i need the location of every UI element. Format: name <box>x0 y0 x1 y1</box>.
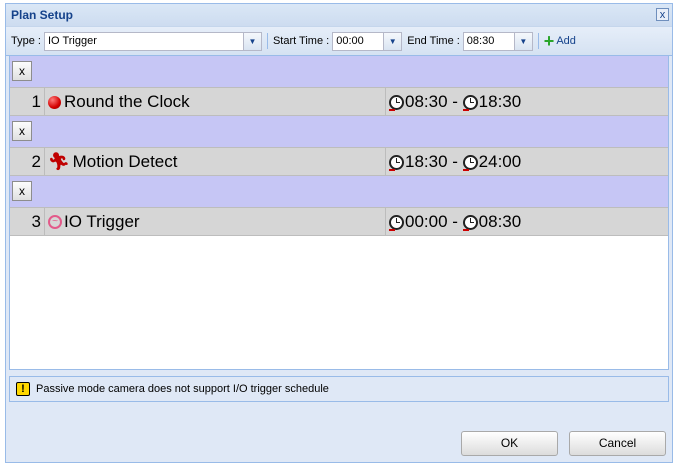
type-select[interactable]: IO Trigger ▼ <box>43 31 262 51</box>
plan-index: 1 <box>31 92 41 111</box>
plan-name-label: IO Trigger <box>64 212 140 231</box>
end-time-select[interactable]: 08:30 ▼ <box>462 31 533 51</box>
warning-icon: ! <box>16 382 30 396</box>
plan-row-header: x <box>10 116 668 147</box>
plan-end-time: 18:30 <box>478 92 522 111</box>
plan-name: Round the Clock <box>48 92 190 112</box>
plan-row[interactable]: 2 🏃︎ Motion Detect 18:30 - 24:00 <box>10 147 668 176</box>
plan-index: 3 <box>31 212 41 231</box>
plan-row[interactable]: 3 ~ IO Trigger 00:00 - 08:30 <box>10 207 668 236</box>
close-button[interactable]: x <box>656 8 669 21</box>
type-label: Type : <box>11 35 41 47</box>
chevron-down-icon[interactable]: ▼ <box>383 32 402 50</box>
column-divider <box>385 148 386 175</box>
column-divider <box>44 148 45 175</box>
plan-row-header: x <box>10 56 668 87</box>
plan-time-range: 08:30 - 18:30 <box>389 92 521 112</box>
chevron-down-icon[interactable]: ▼ <box>513 32 532 50</box>
column-divider <box>44 88 45 115</box>
clock-icon <box>462 214 478 231</box>
add-button-label: Add <box>556 35 576 47</box>
chevron-down-icon[interactable]: ▼ <box>242 32 261 50</box>
plan-row[interactable]: 1 Round the Clock 08:30 - 18:30 <box>10 87 668 116</box>
plan-name-label: Round the Clock <box>64 92 190 111</box>
add-button[interactable]: + Add <box>543 31 576 51</box>
start-time-label: Start Time : <box>272 35 330 47</box>
plan-name-label: Motion Detect <box>72 152 178 171</box>
red-dot-icon <box>48 95 61 109</box>
running-person-icon: 🏃︎ <box>48 152 70 171</box>
start-time-value: 00:00 <box>336 34 364 47</box>
delete-plan-button[interactable]: x <box>12 61 32 81</box>
notice-text: Passive mode camera does not support I/O… <box>36 383 329 395</box>
toolbar-separator <box>266 33 268 49</box>
plan-start-time: 18:30 <box>405 152 448 171</box>
clock-icon <box>389 154 404 171</box>
plan-name: 🏃︎ Motion Detect <box>48 152 177 172</box>
delete-plan-button[interactable]: x <box>12 181 32 201</box>
io-trigger-icon: ~ <box>48 215 62 229</box>
time-separator: - <box>447 92 463 111</box>
plan-start-time: 08:30 <box>405 92 448 111</box>
dialog-title: Plan Setup <box>11 8 74 22</box>
time-separator: - <box>447 212 463 231</box>
ok-button[interactable]: OK <box>461 431 558 456</box>
type-select-value: IO Trigger <box>47 34 97 47</box>
plan-time-range: 00:00 - 08:30 <box>389 212 521 232</box>
plan-time-range: 18:30 - 24:00 <box>389 152 521 172</box>
plan-start-time: 00:00 <box>405 212 448 231</box>
plan-list: x 1 Round the Clock 08:30 - 18:30 x 2 🏃︎… <box>9 55 669 370</box>
cancel-button[interactable]: Cancel <box>569 431 666 456</box>
toolbar-separator <box>537 33 539 49</box>
clock-icon <box>389 94 404 111</box>
column-divider <box>385 208 386 235</box>
column-divider <box>385 88 386 115</box>
dialog-footer: OK Cancel <box>6 409 672 462</box>
toolbar: Type : IO Trigger ▼ Start Time : 00:00 ▼… <box>6 26 672 56</box>
plan-end-time: 08:30 <box>478 212 522 231</box>
plan-name: ~ IO Trigger <box>48 212 140 232</box>
plan-end-time: 24:00 <box>478 152 522 171</box>
time-separator: - <box>447 152 463 171</box>
end-time-label: End Time : <box>407 35 460 47</box>
title-bar: Plan Setup x <box>6 4 672 26</box>
column-divider <box>44 208 45 235</box>
end-time-value: 08:30 <box>466 34 495 47</box>
plan-setup-dialog: Plan Setup x Type : IO Trigger ▼ Start T… <box>5 3 673 463</box>
plus-icon: + <box>543 31 555 51</box>
plan-row-header: x <box>10 176 668 207</box>
start-time-select[interactable]: 00:00 ▼ <box>332 31 403 51</box>
notice-bar: ! Passive mode camera does not support I… <box>9 376 669 402</box>
delete-plan-button[interactable]: x <box>12 121 32 141</box>
plan-index: 2 <box>31 152 41 171</box>
clock-icon <box>462 154 478 171</box>
clock-icon <box>462 94 478 111</box>
clock-icon <box>389 214 404 231</box>
